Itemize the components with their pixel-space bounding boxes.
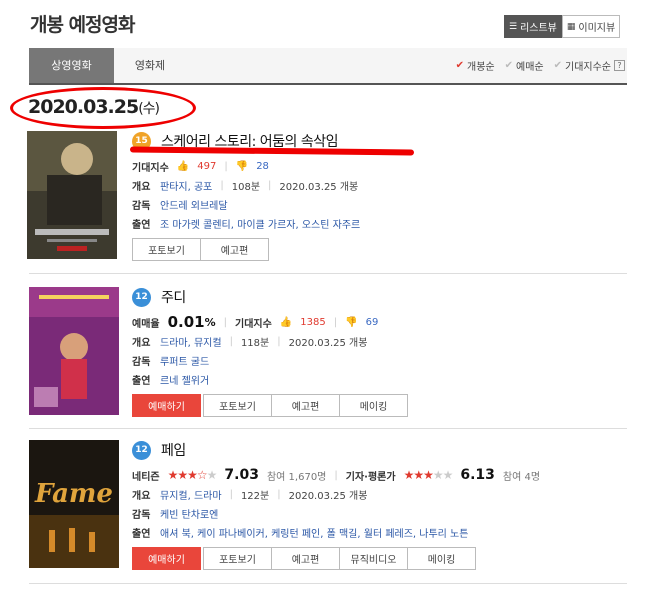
runtime: 122분 <box>240 490 270 502</box>
release-info: 2020.03.25 개봉 <box>288 337 368 349</box>
netizen-label: 네티즌 <box>132 471 160 483</box>
reserve-rate: 0.01 <box>167 313 205 331</box>
overview-label: 개요 <box>132 181 151 193</box>
netizen-score: 7.03 <box>224 467 259 483</box>
photo-button[interactable]: 포토보기 <box>203 394 272 417</box>
cast[interactable]: 르네 젤위거 <box>160 372 209 387</box>
help-icon[interactable]: ? <box>614 60 625 71</box>
movie-title[interactable]: 주디 <box>161 287 186 307</box>
tab-now-showing[interactable]: 상영영화 <box>29 48 114 83</box>
movie-poster[interactable]: Fame <box>29 440 119 568</box>
release-date: 2020.03.25 <box>28 96 139 118</box>
genres[interactable]: 뮤지컬, 드라마 <box>160 487 222 502</box>
critic-score: 6.13 <box>460 467 495 483</box>
expect-label: 기대지수 <box>235 318 272 330</box>
image-view-button[interactable]: ▦ 이미지뷰 <box>561 15 621 38</box>
age-rating-badge: 12 <box>132 440 151 460</box>
thumbs-up-icon[interactable]: 👍 <box>177 161 189 172</box>
making-button[interactable]: 메이킹 <box>339 394 408 417</box>
movie-info: 12 페임 네티즌 ★★★☆★ 7.03 참여 1,670명 | 기자·평론가 … <box>132 440 627 570</box>
director-label: 감독 <box>132 356 151 368</box>
runtime: 118분 <box>240 337 270 349</box>
expect-up-count: 497 <box>197 160 217 172</box>
release-info: 2020.03.25 개봉 <box>279 181 359 193</box>
release-day: (수) <box>138 101 160 117</box>
movie-poster[interactable] <box>29 287 119 415</box>
photo-button[interactable]: 포토보기 <box>132 238 201 261</box>
trailer-button[interactable]: 예고편 <box>200 238 269 261</box>
divider <box>29 583 627 584</box>
cast-label: 출연 <box>132 219 151 231</box>
movie-title[interactable]: 페임 <box>161 440 186 460</box>
list-view-button[interactable]: ☰ 리스트뷰 <box>504 15 562 38</box>
photo-button[interactable]: 포토보기 <box>203 547 272 570</box>
thumbs-down-icon[interactable]: 👎 <box>236 161 248 172</box>
check-icon: ✔ <box>455 60 464 71</box>
critic-count: 참여 4명 <box>502 471 541 483</box>
director-label: 감독 <box>132 200 151 212</box>
movie-item: 12 주디 예매율 0.01 % | 기대지수 👍 1385 | 👎 69 개요 드… <box>27 287 627 417</box>
page-title: 개봉 예정영화 <box>30 14 135 36</box>
poster-title: Fame <box>34 479 113 509</box>
cast[interactable]: 조 마가렛 콜렌티, 마이클 가르자, 오스틴 자주르 <box>160 216 360 231</box>
director[interactable]: 루퍼트 굴드 <box>160 353 209 368</box>
genres[interactable]: 판타지, 공포 <box>160 178 212 193</box>
director[interactable]: 케빈 탄차로엔 <box>160 506 218 521</box>
release-info: 2020.03.25 개봉 <box>288 490 368 502</box>
divider <box>29 428 627 429</box>
release-date-heading: 2020.03.25(수) <box>28 96 160 118</box>
list-view-label: 리스트뷰 <box>520 23 557 34</box>
age-rating-badge: 12 <box>132 287 151 307</box>
thumbs-down-icon[interactable]: 👎 <box>345 317 357 328</box>
tabs-bar: 상영영화 영화제 ✔ 개봉순 ✔ 예매순 ✔ 기대지수순 ? <box>29 48 627 85</box>
expect-down-count: 69 <box>365 316 379 328</box>
list-icon: ☰ <box>509 21 518 32</box>
movie-info: 12 주디 예매율 0.01 % | 기대지수 👍 1385 | 👎 69 개요 드… <box>132 287 627 417</box>
netizen-count: 참여 1,670명 <box>266 471 327 483</box>
sort-options: ✔ 개봉순 ✔ 예매순 ✔ 기대지수순 ? <box>456 48 625 83</box>
sort-reserve[interactable]: ✔ 예매순 <box>505 58 544 73</box>
netizen-stars: ★★★☆★ <box>167 468 218 482</box>
cast[interactable]: 애셔 북, 케이 파나베이커, 케링턴 페인, 폴 맥길, 월터 페레즈, 나투… <box>160 525 468 540</box>
thumbs-up-icon[interactable]: 👍 <box>280 317 292 328</box>
movie-poster[interactable] <box>27 131 117 259</box>
sort-release-label: 개봉순 <box>467 62 495 73</box>
view-toggle: ☰ 리스트뷰 ▦ 이미지뷰 <box>504 15 621 38</box>
expect-label: 기대지수 <box>132 162 169 174</box>
director-label: 감독 <box>132 509 151 521</box>
director[interactable]: 안드레 외브레달 <box>160 197 228 212</box>
movie-item: Fame 12 페임 네티즌 ★★★☆★ 7.03 참여 1,670명 | 기자… <box>27 440 627 570</box>
overview-label: 개요 <box>132 337 151 349</box>
overview-label: 개요 <box>132 490 151 502</box>
sort-expect-label: 기대지수순 <box>565 62 611 73</box>
music-video-button[interactable]: 뮤직비디오 <box>339 547 408 570</box>
critic-stars: ★★★★★ <box>403 468 454 482</box>
genres[interactable]: 드라마, 뮤지컬 <box>160 334 222 349</box>
making-button[interactable]: 메이킹 <box>407 547 476 570</box>
reserve-unit: % <box>204 315 216 329</box>
sort-reserve-label: 예매순 <box>516 62 544 73</box>
cast-label: 출연 <box>132 375 151 387</box>
runtime: 108분 <box>231 181 261 193</box>
sort-expect[interactable]: ✔ 기대지수순 ? <box>554 58 625 73</box>
check-icon: ✔ <box>553 60 562 71</box>
tab-film-festival[interactable]: 영화제 <box>115 48 185 83</box>
expect-up-count: 1385 <box>300 316 326 328</box>
expect-down-count: 28 <box>256 160 269 172</box>
image-view-label: 이미지뷰 <box>578 23 616 34</box>
grid-icon: ▦ <box>566 21 576 32</box>
reserve-label: 예매율 <box>132 318 160 330</box>
divider <box>29 273 627 274</box>
book-button[interactable]: 예매하기 <box>132 394 201 417</box>
check-icon: ✔ <box>504 60 513 71</box>
sort-release[interactable]: ✔ 개봉순 <box>456 58 495 73</box>
trailer-button[interactable]: 예고편 <box>271 394 340 417</box>
critic-label: 기자·평론가 <box>345 471 396 483</box>
trailer-button[interactable]: 예고편 <box>271 547 340 570</box>
cast-label: 출연 <box>132 528 151 540</box>
book-button[interactable]: 예매하기 <box>132 547 201 570</box>
